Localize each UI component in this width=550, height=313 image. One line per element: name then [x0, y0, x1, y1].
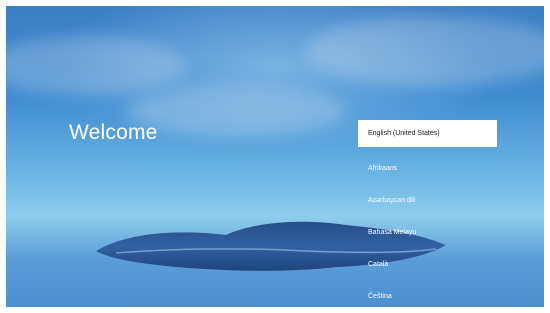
welcome-title: Welcome	[69, 121, 158, 144]
language-option-label: Bahasa Melayu	[368, 228, 417, 236]
language-option-malay[interactable]: Bahasa Melayu	[358, 216, 497, 248]
background-cloud	[6, 36, 186, 96]
background-cloud	[306, 16, 544, 86]
language-option-label: English (United States)	[368, 130, 440, 137]
language-option-english-us[interactable]: English (United States)	[358, 120, 497, 147]
language-option-catalan[interactable]: Català	[358, 248, 497, 280]
language-option-label: Čeština	[368, 292, 392, 300]
language-option-label: Català	[368, 260, 389, 268]
language-option-czech[interactable]: Čeština	[358, 280, 497, 307]
language-option-afrikaans[interactable]: Afrikaans	[358, 152, 497, 184]
background-cloud	[126, 86, 346, 136]
language-option-label: Azərbaycan dili	[368, 196, 416, 204]
language-option-label: Afrikaans	[368, 164, 398, 172]
welcome-screen: Welcome English (United States) Afrikaan…	[6, 6, 544, 307]
language-list: English (United States) Afrikaans Azərba…	[358, 120, 497, 307]
language-option-azerbaijani[interactable]: Azərbaycan dili	[358, 184, 497, 216]
